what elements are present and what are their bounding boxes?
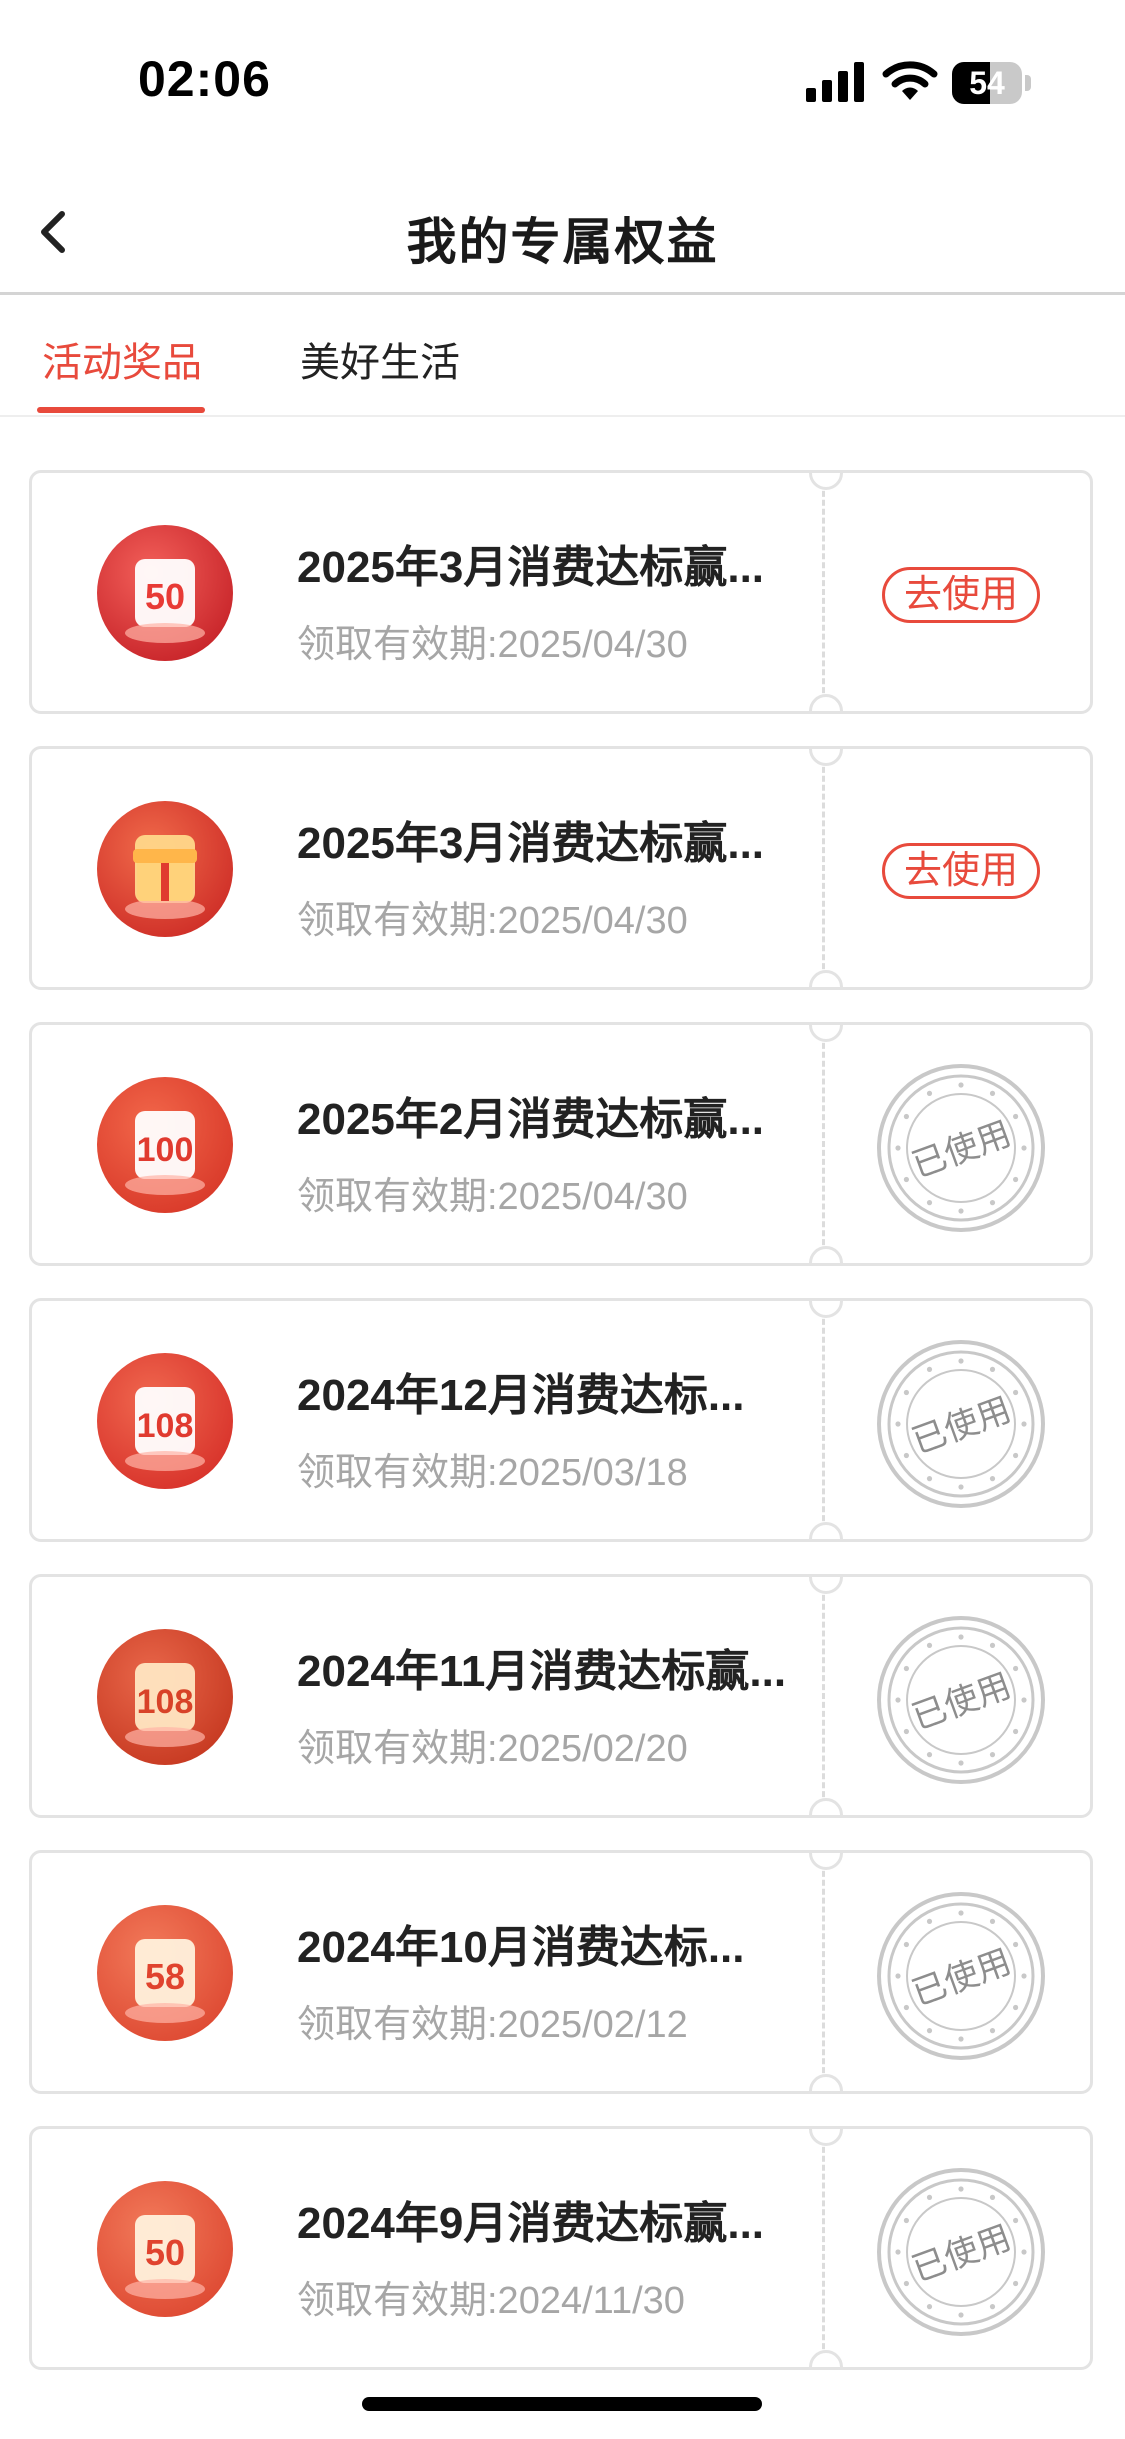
reward-validity-date: 领取有效期:2025/04/30: [297, 1176, 688, 1218]
card-notch-bottom: [809, 2350, 843, 2367]
card-notch-top: [809, 1025, 843, 1042]
used-stamp-label: 已使用: [907, 1114, 1017, 1186]
card-dashed-divider: [822, 749, 825, 987]
status-time: 02:06: [138, 51, 271, 107]
nav-bar: 我的专属权益: [0, 180, 1125, 295]
gift-box-icon: [97, 801, 233, 937]
reward-title: 2025年3月消费达标赢...: [297, 543, 765, 592]
card-dashed-divider: [822, 1577, 825, 1815]
coupon-58-icon: 58: [97, 1905, 233, 2041]
used-stamp-label: 已使用: [907, 1666, 1017, 1738]
home-indicator: [362, 2397, 762, 2411]
used-stamp-icon: 已使用: [877, 1616, 1045, 1784]
card-notch-top: [809, 1853, 843, 1870]
reward-card[interactable]: 100 2025年2月消费达标赢... 领取有效期:2025/04/30 已使用: [29, 1022, 1093, 1266]
reward-title: 2025年2月消费达标赢...: [297, 1095, 765, 1144]
card-dashed-divider: [822, 1853, 825, 2091]
used-stamp-label: 已使用: [907, 1390, 1017, 1462]
wifi-icon: [882, 61, 938, 100]
tab-bar: 活动奖品 美好生活: [0, 295, 1125, 417]
used-stamp-label: 已使用: [907, 1942, 1017, 2014]
icon-value-text: 108: [137, 1407, 194, 1445]
card-notch-top: [809, 1577, 843, 1594]
card-notch-bottom: [809, 694, 843, 711]
card-notch-top: [809, 749, 843, 766]
reward-validity-date: 领取有效期:2025/04/30: [297, 624, 688, 666]
card-dashed-divider: [822, 473, 825, 711]
card-notch-top: [809, 2129, 843, 2146]
card-notch-top: [809, 1301, 843, 1318]
reward-title: 2024年9月消费达标赢...: [297, 2199, 765, 2248]
card-notch-bottom: [809, 1522, 843, 1539]
icon-value-text: 108: [137, 1683, 194, 1721]
reward-card[interactable]: 50 2024年9月消费达标赢... 领取有效期:2024/11/30 已使用: [29, 2126, 1093, 2370]
coupon-108-scroll-icon: 108: [97, 1629, 233, 1765]
icon-value-text: 50: [145, 2232, 185, 2273]
coupon-50-icon: 50: [97, 525, 233, 661]
reward-title: 2025年3月消费达标赢...: [297, 819, 765, 868]
reward-validity-date: 领取有效期:2025/02/20: [297, 1728, 688, 1770]
reward-title: 2024年11月消费达标赢...: [297, 1647, 787, 1696]
reward-card[interactable]: 108 2024年11月消费达标赢... 领取有效期:2025/02/20 已使…: [29, 1574, 1093, 1818]
reward-card[interactable]: 2025年3月消费达标赢... 领取有效期:2025/04/30 去使用: [29, 746, 1093, 990]
reward-validity-date: 领取有效期:2025/04/30: [297, 900, 688, 942]
battery-percent: 54: [969, 65, 1005, 101]
reward-card[interactable]: 58 2024年10月消费达标... 领取有效期:2025/02/12 已使用: [29, 1850, 1093, 2094]
used-stamp-icon: 已使用: [877, 1340, 1045, 1508]
use-reward-button[interactable]: 去使用: [882, 843, 1040, 899]
status-bar: 02:06 54: [0, 0, 1125, 150]
card-notch-bottom: [809, 2074, 843, 2091]
icon-value-text: 100: [137, 1131, 194, 1169]
use-reward-button[interactable]: 去使用: [882, 567, 1040, 623]
coupon-50-envelope-icon: 50: [97, 2181, 233, 2317]
reward-validity-date: 领取有效期:2025/02/12: [297, 2004, 688, 2046]
reward-validity-date: 领取有效期:2025/03/18: [297, 1452, 688, 1494]
card-notch-top: [809, 473, 843, 490]
used-stamp-icon: 已使用: [877, 1892, 1045, 2060]
reward-card[interactable]: 108 2024年12月消费达标... 领取有效期:2025/03/18 已使用: [29, 1298, 1093, 1542]
reward-title: 2024年12月消费达标...: [297, 1371, 745, 1420]
card-notch-bottom: [809, 970, 843, 987]
card-dashed-divider: [822, 1301, 825, 1539]
active-tab-indicator: [37, 407, 205, 413]
reward-title: 2024年10月消费达标...: [297, 1923, 745, 1972]
battery-icon: 54: [952, 62, 1032, 104]
used-stamp-icon: 已使用: [877, 2168, 1045, 2336]
reward-card[interactable]: 50 2025年3月消费达标赢... 领取有效期:2025/04/30 去使用: [29, 470, 1093, 714]
tab-activity-prizes[interactable]: 活动奖品: [42, 330, 202, 388]
card-notch-bottom: [809, 1246, 843, 1263]
coupon-108-icon: 108: [97, 1353, 233, 1489]
cellular-signal-icon: [806, 62, 864, 102]
card-notch-bottom: [809, 1798, 843, 1815]
used-stamp-label: 已使用: [907, 2218, 1017, 2290]
icon-value-text: 50: [145, 576, 185, 617]
coupon-100-icon: 100: [97, 1077, 233, 1213]
card-dashed-divider: [822, 1025, 825, 1263]
reward-validity-date: 领取有效期:2024/11/30: [297, 2280, 685, 2322]
page-title: 我的专属权益: [406, 214, 719, 270]
icon-value-text: 58: [145, 1956, 185, 1997]
tab-good-life[interactable]: 美好生活: [300, 330, 460, 388]
used-stamp-icon: 已使用: [877, 1064, 1045, 1232]
card-dashed-divider: [822, 2129, 825, 2367]
